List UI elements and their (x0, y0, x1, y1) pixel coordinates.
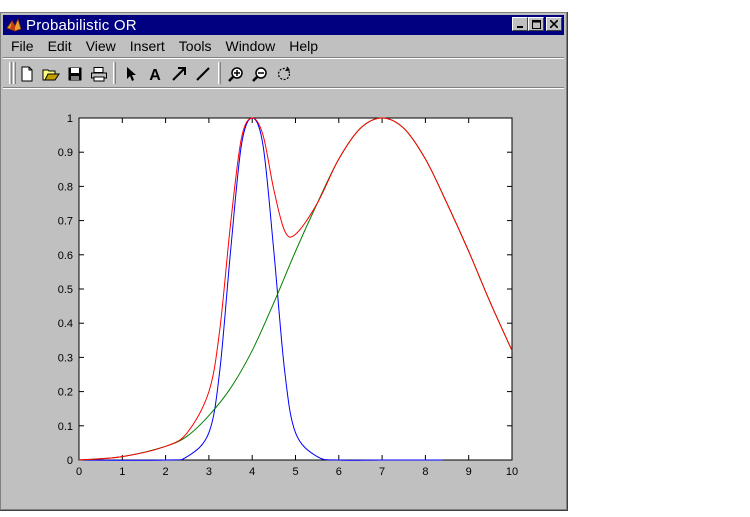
y-tick-label: 0.6 (58, 250, 73, 262)
zoom-out-icon (252, 67, 267, 82)
insert-arrow-button[interactable] (168, 63, 190, 85)
new-file-icon (21, 66, 33, 82)
zoom-in-button[interactable] (225, 63, 247, 85)
save-icon (68, 67, 82, 81)
y-tick-label: 1 (67, 113, 73, 125)
print-icon (91, 67, 107, 82)
figure-canvas: 0 1 2 3 4 5 6 7 8 9 10 0 0.1 0.2 0.3 0.4 0.5 0.6 0.7 0.8 0.9… (3, 89, 564, 509)
insert-text-icon: A (149, 67, 161, 82)
rotate-button[interactable] (273, 63, 295, 85)
insert-text-button[interactable]: A (144, 63, 166, 85)
zoom-in-icon (228, 67, 243, 82)
maximize-button[interactable] (528, 17, 544, 31)
y-tick-label: 0.8 (58, 181, 73, 193)
menu-edit[interactable]: Edit (41, 36, 79, 56)
x-tick-label: 3 (206, 466, 212, 478)
close-button[interactable] (546, 17, 562, 31)
open-button[interactable] (40, 63, 62, 85)
print-button[interactable] (88, 63, 110, 85)
close-icon (550, 20, 558, 28)
insert-arrow-icon (172, 67, 186, 81)
x-tick-label: 1 (119, 466, 125, 478)
y-tick-label: 0 (67, 455, 73, 467)
menu-help[interactable]: Help (282, 36, 325, 56)
x-tick-label: 4 (249, 466, 255, 478)
x-tick-label: 5 (292, 466, 298, 478)
x-tick-label: 2 (163, 466, 169, 478)
y-tick-label: 0.7 (58, 216, 73, 228)
new-file-button[interactable] (16, 63, 38, 85)
select-arrow-icon (127, 67, 136, 81)
insert-line-icon (196, 67, 210, 81)
title-bar[interactable]: Probabilistic OR (3, 15, 564, 35)
line-chart: 0 1 2 3 4 5 6 7 8 9 10 0 0.1 0.2 0.3 0.4 0.5 0.6 0.7 0.8 0.9… (58, 113, 518, 478)
y-tick-label: 0.1 (58, 421, 73, 433)
y-tick-label: 0.4 (58, 318, 73, 330)
x-tick-label: 8 (422, 466, 428, 478)
insert-line-button[interactable] (192, 63, 214, 85)
menu-view[interactable]: View (79, 36, 123, 56)
figure-window: Probabilistic OR File Edit View Insert T… (0, 12, 567, 510)
x-tick-label: 9 (466, 466, 472, 478)
toolbar-separator (113, 62, 116, 84)
toolbar: A (3, 60, 564, 86)
x-tick-label: 6 (336, 466, 342, 478)
menu-bar: File Edit View Insert Tools Window Help (3, 36, 564, 56)
matlab-logo-icon (6, 17, 22, 32)
insert-text-glyph: A (149, 67, 161, 82)
menu-window[interactable]: Window (218, 36, 282, 56)
zoom-out-button[interactable] (249, 63, 271, 85)
menu-toolbar-divider (3, 57, 564, 59)
save-button[interactable] (64, 63, 86, 85)
x-tick-label: 7 (379, 466, 385, 478)
plot-area (78, 117, 513, 461)
toolbar-grip[interactable] (9, 62, 12, 84)
maximize-icon (531, 19, 541, 29)
x-tick-label: 0 (76, 466, 82, 478)
minimize-icon (517, 26, 523, 28)
open-folder-icon (42, 69, 60, 81)
window-controls (512, 17, 562, 31)
rotate-icon (277, 66, 291, 81)
menu-tools[interactable]: Tools (172, 36, 219, 56)
select-button[interactable] (120, 63, 142, 85)
y-tick-label: 0.2 (58, 387, 73, 399)
menu-insert[interactable]: Insert (123, 36, 172, 56)
x-tick-label: 10 (506, 466, 518, 478)
y-tick-label: 0.9 (58, 147, 73, 159)
toolbar-separator-2 (218, 62, 221, 84)
window-title: Probabilistic OR (26, 16, 137, 34)
y-tick-label: 0.3 (58, 352, 73, 364)
menu-file[interactable]: File (3, 36, 41, 56)
y-tick-label: 0.5 (58, 284, 73, 296)
minimize-button[interactable] (512, 17, 528, 31)
